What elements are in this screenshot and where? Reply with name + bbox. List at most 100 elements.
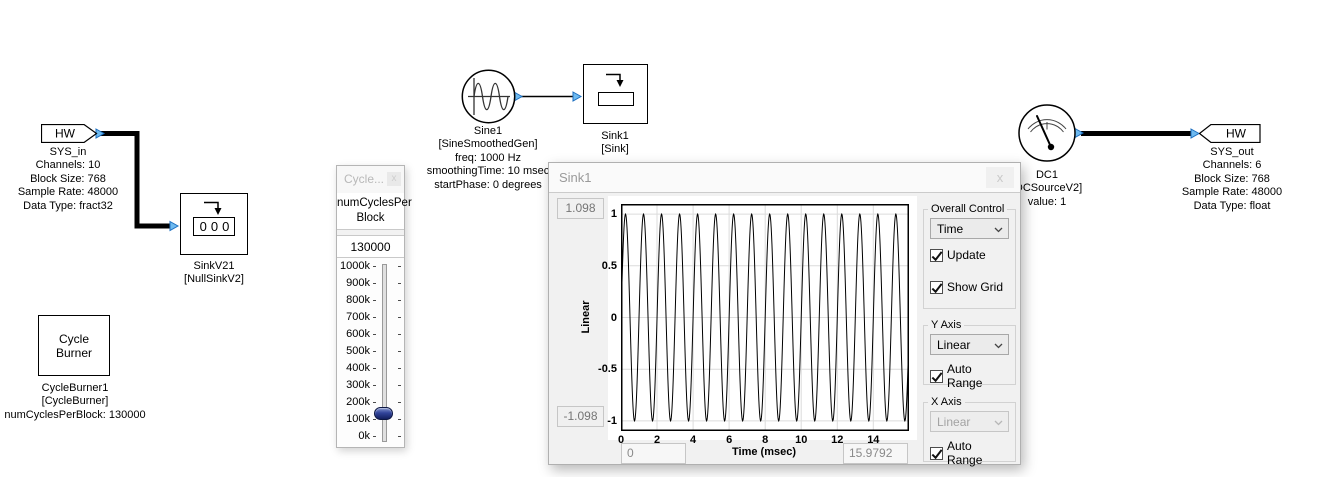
checkmark-icon: [930, 447, 944, 461]
x-tick-label: 0: [607, 434, 635, 446]
sys-in-port-label: HW: [55, 127, 76, 141]
block-prop: Block Size: 768: [0, 173, 138, 186]
param-slider: 1000k900k800k700k600k500k400k300k200k100…: [337, 258, 404, 447]
sys-in-block[interactable]: HW: [41, 124, 98, 143]
chevron-down-icon: [994, 343, 1003, 349]
y-tick-label: -1: [588, 415, 617, 427]
y-auto-range-checkbox[interactable]: [930, 370, 943, 383]
dropdown-value: Time: [937, 222, 963, 236]
block-prop: freq: 1000 Hz: [408, 152, 568, 165]
slider-tick-label: 500k: [337, 345, 370, 357]
slider-tick-label: 100k: [337, 413, 370, 425]
block-props: Channels: 10Block Size: 768Sample Rate: …: [0, 159, 138, 213]
y-axis-scale-dropdown[interactable]: Linear: [930, 334, 1009, 355]
x-tick-label: 14: [859, 434, 887, 446]
slider-tick-mark: [398, 300, 401, 301]
sink1-labels: Sink1 [Sink]: [545, 130, 685, 157]
x-tick-label: 12: [823, 434, 851, 446]
group-legend: Y Axis: [928, 319, 964, 331]
x-max-field[interactable]: 15.9792: [843, 443, 908, 464]
checkmark-icon: [930, 249, 944, 263]
x-tick-label: 2: [643, 434, 671, 446]
overall-control-group: Overall Control Time Update Show Grid: [923, 203, 1016, 309]
dc1-block[interactable]: [1017, 103, 1077, 163]
sink1-block[interactable]: [583, 64, 648, 124]
slider-tick-mark: [398, 385, 401, 386]
sys-out-labels: SYS_out Channels: 6Block Size: 768Sample…: [1162, 146, 1302, 213]
sink-buffer-icon: [598, 92, 634, 106]
slider-tick-label: 800k: [337, 294, 370, 306]
dropdown-value: Linear: [937, 415, 970, 429]
block-prop: numCyclesPerBlock: 130000: [0, 409, 161, 422]
sine1-block[interactable]: [461, 69, 516, 124]
y-tick-label: 1: [588, 208, 617, 220]
chevron-down-icon: [994, 420, 1003, 426]
slider-tick-label: 600k: [337, 328, 370, 340]
slider-tick-label: 700k: [337, 311, 370, 323]
y-tick-label: 0: [588, 312, 617, 324]
block-name: Sine1: [408, 125, 568, 138]
slider-tick-label: 300k: [337, 379, 370, 391]
plot-x-axis-title: Time (msec): [689, 446, 839, 458]
cycle-burner-inspector-panel: Cycle... x numCyclesPerBlock 130000 1000…: [336, 165, 405, 448]
slider-tick-label: 400k: [337, 362, 370, 374]
waveform-plot[interactable]: [621, 204, 909, 431]
x-auto-range-checkbox[interactable]: [930, 447, 943, 460]
update-checkbox-row[interactable]: Update: [930, 248, 1009, 262]
slider-tick-mark: [398, 436, 401, 437]
slider-tick-mark: [398, 402, 401, 403]
update-checkbox[interactable]: [930, 249, 943, 262]
cycle-burner-block[interactable]: Cycle Burner: [38, 315, 110, 376]
block-props: numCyclesPerBlock: 130000: [0, 409, 161, 422]
window-titlebar[interactable]: Sink1 x: [549, 163, 1020, 193]
sinkv21-block[interactable]: 000: [180, 193, 248, 255]
block-prop: startPhase: 0 degrees: [408, 179, 568, 192]
panel-titlebar[interactable]: Cycle... x: [337, 166, 404, 194]
chevron-down-icon: [994, 227, 1003, 233]
x-tick-label: 8: [751, 434, 779, 446]
port-arrow-sink1-in: [573, 92, 581, 101]
close-icon[interactable]: x: [986, 167, 1014, 188]
sys-out-port-label: HW: [1226, 127, 1247, 141]
param-value-field[interactable]: 130000: [337, 235, 404, 258]
show-grid-checkbox-row[interactable]: Show Grid: [930, 280, 1009, 294]
port-arrow-sinkv21-in: [170, 222, 178, 231]
block-type: [SineSmoothedGen]: [408, 138, 568, 151]
block-prop: smoothingTime: 10 msec: [408, 165, 568, 178]
x-min-field[interactable]: 0: [621, 443, 686, 464]
sink-arrow-icon: [199, 200, 229, 217]
slider-thumb[interactable]: [374, 407, 393, 420]
block-prop: Data Type: fract32: [0, 200, 138, 213]
y-auto-range-checkbox-row[interactable]: Auto Range: [930, 362, 1009, 390]
x-auto-range-checkbox-row[interactable]: Auto Range: [930, 439, 1009, 467]
slider-tick-label: 200k: [337, 396, 370, 408]
designer-canvas: HW SYS_in Channels: 10Block Size: 768Sam…: [0, 0, 1339, 477]
x-axis-scale-dropdown-disabled: Linear: [930, 411, 1009, 432]
close-icon[interactable]: x: [387, 172, 401, 186]
slider-tick-mark: [373, 351, 376, 352]
slider-tick-mark: [373, 419, 376, 420]
slider-tick-mark: [398, 266, 401, 267]
y-tick-label: -0.5: [588, 363, 617, 375]
sys-out-block[interactable]: HW: [1199, 124, 1261, 143]
x-axis-group: X Axis Linear Auto Range: [923, 396, 1016, 462]
slider-tick-mark: [398, 317, 401, 318]
checkmark-icon: [930, 370, 944, 384]
sink-arrow-icon: [601, 72, 631, 89]
show-grid-checkbox[interactable]: [930, 281, 943, 294]
slider-tick-mark: [373, 385, 376, 386]
slider-tick-mark: [398, 283, 401, 284]
overall-control-dropdown[interactable]: Time: [930, 218, 1009, 239]
block-prop: Data Type: float: [1162, 200, 1302, 213]
x-tick-label: 4: [679, 434, 707, 446]
slider-tick-mark: [373, 368, 376, 369]
y-tick-label: 0.5: [588, 260, 617, 272]
cycle-burner-labels: CycleBurner1 [CycleBurner] numCyclesPerB…: [0, 382, 161, 422]
sinkv21-labels: SinkV21 [NullSinkV2]: [144, 260, 284, 287]
checkbox-label: Auto Range: [947, 439, 1009, 467]
param-name-label: numCyclesPerBlock: [337, 193, 404, 230]
param-name-line: Block: [337, 211, 404, 226]
block-prop: Sample Rate: 48000: [0, 186, 138, 199]
slider-tick-mark: [373, 283, 376, 284]
block-type: [Sink]: [545, 143, 685, 156]
